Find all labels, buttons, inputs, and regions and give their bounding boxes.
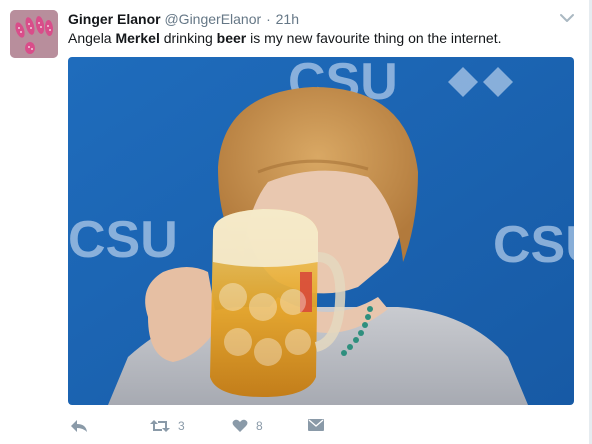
tweet-text: Angela Merkel drinking beer is my new fa…	[68, 29, 573, 47]
like-count: 8	[256, 419, 263, 433]
avatar[interactable]	[10, 10, 58, 58]
hashtag-highlight-merkel: Merkel	[115, 30, 160, 46]
hashtag-highlight-beer: beer	[216, 30, 247, 46]
tweet-actions: 3 8	[68, 416, 573, 436]
more-chevron-icon[interactable]	[559, 11, 575, 23]
timestamp[interactable]: 21h	[276, 11, 299, 27]
tweet-text-part: drinking	[159, 30, 217, 46]
like-button[interactable]: 8	[232, 416, 263, 436]
tweet-photo[interactable]: CSU CSU CSU	[68, 57, 574, 405]
direct-message-icon	[308, 419, 324, 433]
author-handle[interactable]: @GingerElanor	[164, 11, 261, 27]
direct-message-button[interactable]	[308, 416, 324, 436]
separator-dot: ·	[266, 11, 271, 27]
reply-button[interactable]	[70, 416, 88, 436]
author-name[interactable]: Ginger Elanor	[68, 11, 161, 27]
banner-text-right: CSU	[493, 216, 574, 274]
banner-text-left: CSU	[68, 211, 178, 269]
retweet-button[interactable]: 3	[150, 416, 185, 436]
tweet-text-part: Angela	[68, 30, 116, 46]
reply-icon	[70, 419, 88, 433]
tweet-text-part: is my new favourite thing on the interne…	[246, 30, 502, 46]
retweet-count: 3	[178, 419, 185, 433]
tweet-header: Ginger Elanor @GingerElanor · 21h	[68, 10, 299, 28]
retweet-icon	[150, 419, 170, 433]
heart-icon	[232, 419, 248, 433]
